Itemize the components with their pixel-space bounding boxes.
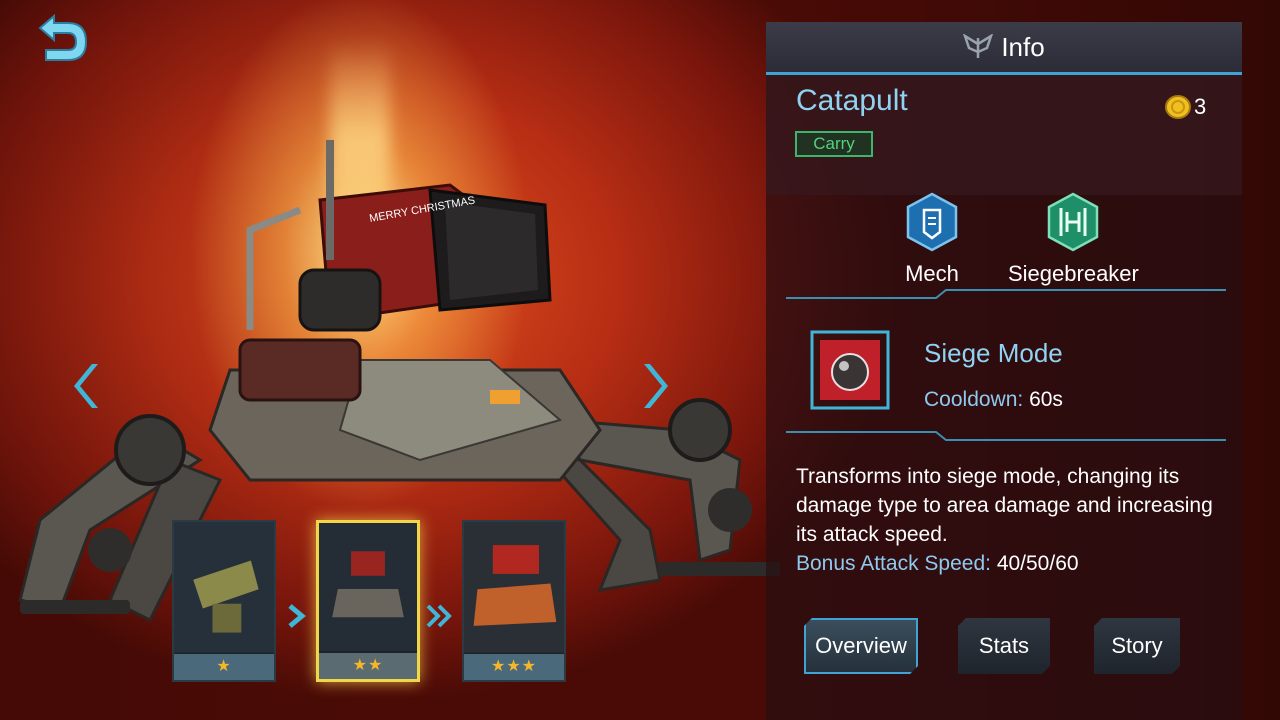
wings-emblem-icon <box>963 34 994 58</box>
bonus-label: Bonus Attack Speed: <box>796 552 991 575</box>
trait-siegebreaker[interactable]: Siegebreaker <box>1008 192 1139 287</box>
evolution-card-3-star[interactable]: ★★★ <box>462 520 566 682</box>
trait-label: Siegebreaker <box>1008 261 1139 286</box>
skill-name: Siege Mode <box>924 338 1063 368</box>
star-rating: ★★ <box>319 653 417 679</box>
evolution-card-2-star[interactable]: ★★ <box>316 520 420 682</box>
divider-bottom <box>786 431 1226 441</box>
cooldown-value: 60s <box>1029 388 1063 411</box>
next-hero-chevron-icon[interactable] <box>638 360 670 412</box>
info-panel: Info Catapult Carry 3 Mech Siegebreaker <box>766 22 1242 720</box>
skill-bonus: Bonus Attack Speed: 40/50/60 <box>796 552 1079 576</box>
gold-coin-icon <box>1165 95 1191 119</box>
hero-summary: Catapult Carry 3 <box>766 75 1242 195</box>
hero-name: Catapult <box>796 84 908 117</box>
trait-mech[interactable]: Mech <box>904 192 960 287</box>
skill-description: Transforms into siege mode, changing its… <box>796 465 1213 546</box>
back-arrow-icon[interactable] <box>30 14 94 70</box>
panel-header: Info <box>766 22 1242 75</box>
hero-cost: 3 <box>1164 93 1206 121</box>
tab-stats[interactable]: Stats <box>958 618 1050 674</box>
cooldown-label: Cooldown: <box>924 388 1024 411</box>
role-badge: Carry <box>795 131 873 157</box>
mech-shield-icon <box>906 192 958 252</box>
catapult-tier1-art <box>174 522 274 653</box>
bonus-value: 40/50/60 <box>996 552 1079 575</box>
double-chevron-right-icon <box>426 604 452 628</box>
catapult-tier2-art <box>319 523 417 652</box>
chevron-right-icon <box>288 604 306 628</box>
star-rating: ★★★ <box>464 654 564 680</box>
divider-top <box>786 289 1226 299</box>
siege-mode-skill-icon[interactable] <box>810 330 890 410</box>
siegebreaker-gate-icon <box>1048 192 1099 252</box>
tab-overview[interactable]: Overview <box>804 618 918 674</box>
tab-story[interactable]: Story <box>1094 618 1180 674</box>
previous-hero-chevron-icon[interactable] <box>72 360 104 412</box>
panel-title: Info <box>1001 31 1045 62</box>
cost-value: 3 <box>1194 94 1207 119</box>
catapult-tier3-art <box>464 522 564 653</box>
skill-cooldown: Cooldown: 60s <box>924 388 1063 412</box>
evolution-card-1-star[interactable]: ★ <box>172 520 276 682</box>
trait-label: Mech <box>905 261 959 286</box>
star-rating: ★ <box>174 654 274 680</box>
